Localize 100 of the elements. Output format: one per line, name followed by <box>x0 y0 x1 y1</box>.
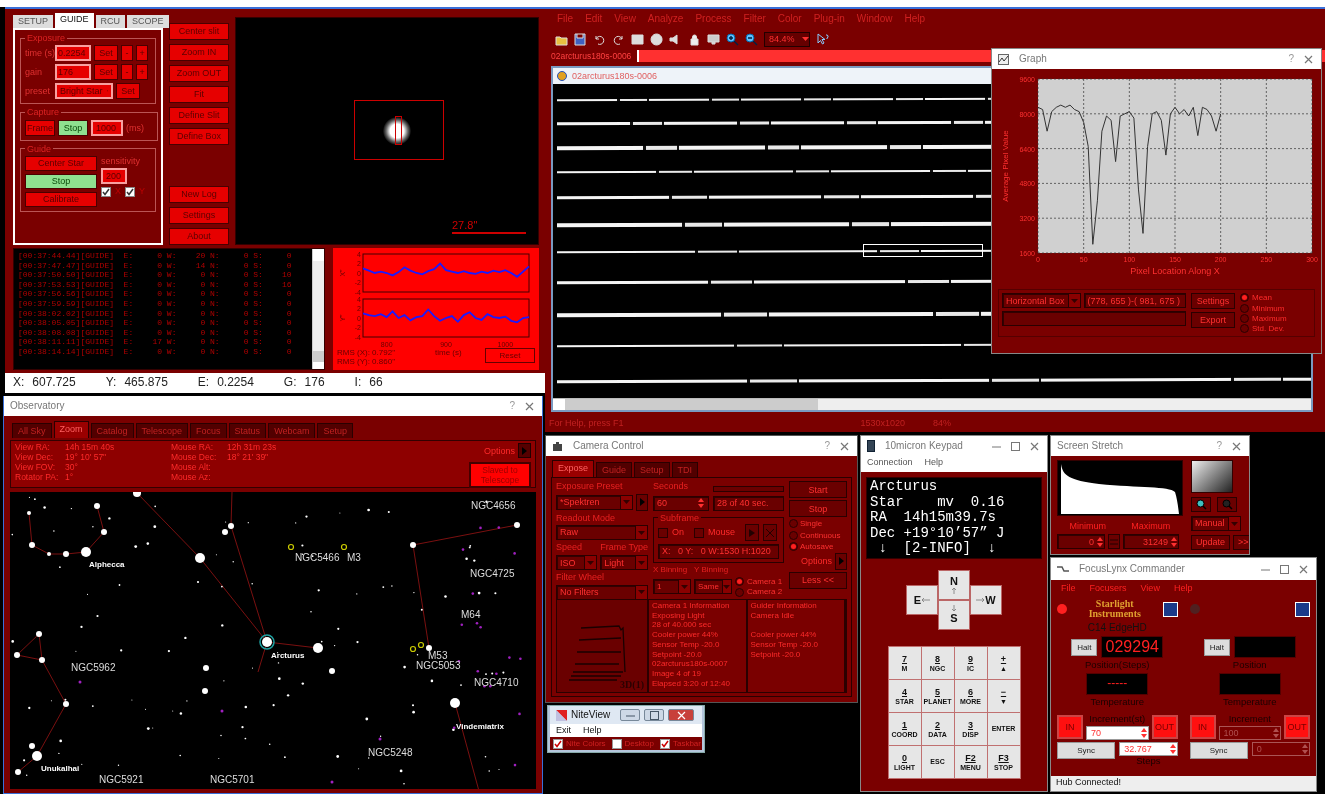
tab[interactable]: GUIDE <box>55 13 94 28</box>
checkbox[interactable] <box>553 738 563 749</box>
zoom-in-icon[interactable] <box>726 32 739 46</box>
direction-button[interactable]: W <box>970 584 1002 615</box>
set-button[interactable]: Set <box>94 64 118 81</box>
help-button[interactable]: ? <box>824 440 830 452</box>
direction-button[interactable]: S <box>938 599 970 630</box>
document-tab[interactable]: 02arcturus180s-0006 <box>545 50 640 62</box>
tab[interactable]: Setup <box>634 462 670 478</box>
help-pointer-icon[interactable] <box>816 32 829 46</box>
view-button[interactable]: Zoom OUT <box>169 65 229 82</box>
help-button[interactable]: ? <box>1288 53 1294 65</box>
y-binning-dropdown[interactable]: Same <box>694 579 732 595</box>
preset-dropdown[interactable]: *Spektren <box>556 494 633 510</box>
close-icon[interactable] <box>1299 564 1308 574</box>
zoom-out-icon[interactable] <box>745 32 758 46</box>
speed-dropdown[interactable]: ISO <box>556 555 598 571</box>
halt-button[interactable]: Halt <box>1071 638 1098 656</box>
checkbox[interactable] <box>101 186 111 197</box>
menu-item[interactable]: Process <box>695 12 732 25</box>
tab[interactable]: All Sky <box>12 423 52 439</box>
menu-item[interactable]: Analyze <box>647 12 684 25</box>
menu-item[interactable]: Window <box>856 12 893 25</box>
direction-button[interactable]: E <box>906 584 938 615</box>
reset-button[interactable]: Reset <box>485 348 535 363</box>
lock-icon[interactable] <box>688 32 701 46</box>
radio-button[interactable] <box>789 541 798 551</box>
preset-dropdown[interactable]: Bright Star <box>55 83 113 100</box>
region-field[interactable]: (778, 655 )-( 981, 675 ) <box>1083 293 1186 309</box>
minimum-spinner[interactable]: 0 <box>1057 534 1105 550</box>
view-button[interactable]: Zoom IN <box>169 44 229 61</box>
checkbox[interactable] <box>658 527 668 538</box>
x-binning-dropdown[interactable]: 1 <box>653 579 691 595</box>
checkbox[interactable] <box>694 527 704 538</box>
set-button[interactable]: Set <box>94 45 118 62</box>
tool-button[interactable]: New Log <box>169 186 229 203</box>
view-button[interactable]: Define Box <box>169 128 229 145</box>
radio-button[interactable] <box>735 577 744 587</box>
update-button[interactable]: Update <box>1191 535 1231 550</box>
radio-button[interactable] <box>1240 293 1249 303</box>
input-field[interactable]: 200 <box>101 168 127 185</box>
maximize-icon[interactable] <box>649 710 659 720</box>
zoom-dropdown[interactable]: 84.4% <box>764 31 810 47</box>
more-button[interactable]: >> <box>1233 535 1249 550</box>
view-button[interactable]: Define Slit <box>169 107 229 124</box>
tab[interactable]: TDI <box>671 462 699 478</box>
close-icon[interactable] <box>840 441 849 451</box>
menu-item[interactable]: View <box>1140 583 1160 594</box>
slaved-button[interactable]: Slaved to Telescope <box>469 462 531 489</box>
radio-button[interactable] <box>789 530 798 540</box>
export-button[interactable]: Export <box>1191 312 1235 329</box>
tool-button[interactable]: About <box>169 228 229 245</box>
maximum-spinner[interactable]: 31249 <box>1123 534 1179 550</box>
plus-button[interactable]: + <box>136 45 148 62</box>
help-button[interactable]: ? <box>1216 440 1222 452</box>
radio-button[interactable] <box>789 519 798 529</box>
close-icon[interactable] <box>525 401 534 411</box>
menu-item[interactable]: Focusers <box>1089 583 1127 594</box>
minus-button[interactable]: - <box>121 45 133 62</box>
view-button[interactable]: Fit <box>169 86 229 103</box>
sync-spinner[interactable]: 32.767 <box>1119 742 1178 757</box>
view-button[interactable]: Center slit <box>169 23 229 40</box>
close-icon[interactable] <box>1030 441 1039 451</box>
tab[interactable]: SETUP <box>13 15 53 28</box>
guide-button[interactable]: Stop <box>25 174 97 190</box>
region-type-dropdown[interactable]: Horizontal Box <box>1002 293 1081 309</box>
minus-button[interactable]: - <box>121 64 133 81</box>
tab[interactable]: SCOPE <box>127 15 169 28</box>
zoom-in-button[interactable] <box>1191 497 1211 512</box>
close-button[interactable] <box>668 709 694 721</box>
minimize-button[interactable] <box>620 709 640 721</box>
input-field[interactable]: 176 <box>55 64 91 81</box>
tab[interactable]: Webcam <box>268 423 316 439</box>
less-button[interactable]: Less << <box>789 571 847 589</box>
capture-button[interactable]: Frame <box>25 119 55 136</box>
menu-item[interactable]: File <box>557 12 574 25</box>
tab[interactable]: RCU <box>95 15 126 28</box>
input-field[interactable]: 0.2254 <box>55 45 91 62</box>
menu-item[interactable]: Filter <box>743 12 766 25</box>
close-icon[interactable] <box>1304 54 1313 64</box>
increment-spinner[interactable]: 70 <box>1086 726 1149 741</box>
tab[interactable]: Catalog <box>90 423 134 439</box>
help-button[interactable]: ? <box>509 400 515 412</box>
stop-button[interactable]: Stop <box>789 500 847 518</box>
settings-button[interactable]: Settings <box>1191 293 1235 310</box>
seconds-spinner[interactable]: 60 <box>653 495 709 511</box>
save-icon[interactable] <box>574 32 587 46</box>
menu-item[interactable]: Help <box>924 457 944 469</box>
tab[interactable]: Expose <box>552 460 595 478</box>
radio-button[interactable] <box>1240 313 1249 323</box>
spinner-arrows-icon[interactable] <box>1096 535 1104 548</box>
set-button[interactable]: Set <box>116 83 140 100</box>
horizontal-scrollbar[interactable] <box>553 398 1311 410</box>
menu-item[interactable]: Help <box>904 12 925 25</box>
monitor-icon[interactable] <box>707 32 720 46</box>
direction-button[interactable]: N <box>938 569 970 600</box>
menu-item[interactable]: Help <box>1173 583 1193 594</box>
menu-item[interactable]: Color <box>777 12 802 25</box>
menu-item[interactable]: Exit <box>556 725 571 736</box>
menu-item[interactable]: Plug-in <box>813 12 845 25</box>
